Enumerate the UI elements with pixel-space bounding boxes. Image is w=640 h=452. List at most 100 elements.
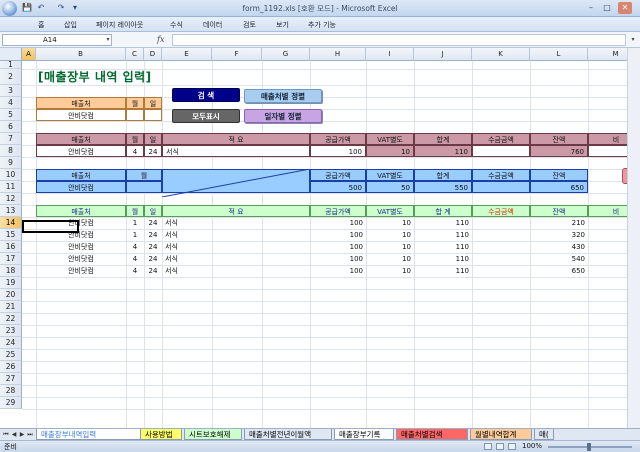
first-sheet-icon[interactable]: ⏮ xyxy=(2,430,10,440)
insert-function-icon[interactable]: fx xyxy=(157,34,169,46)
list-cell[interactable]: 110 xyxy=(414,241,472,253)
list-cell[interactable]: 210 xyxy=(530,217,588,229)
row-header[interactable]: 15 xyxy=(0,229,22,241)
list-cell[interactable] xyxy=(472,241,530,253)
list-cell[interactable]: 100 xyxy=(310,217,366,229)
list-cell[interactable]: 540 xyxy=(530,253,588,265)
name-box[interactable]: A14 xyxy=(2,34,112,46)
sheet-tab[interactable]: 월별내역합계 xyxy=(470,429,532,440)
tab-home[interactable]: 홈 xyxy=(38,20,44,30)
row-header[interactable]: 13 xyxy=(0,205,22,217)
sheet-tab[interactable]: 매출장부내역입력 xyxy=(36,429,142,440)
list-cell[interactable]: 4 xyxy=(126,253,144,265)
list-cell[interactable]: 24 xyxy=(144,253,162,265)
list-cell[interactable]: 24 xyxy=(144,265,162,277)
column-header[interactable]: D xyxy=(144,48,162,61)
row-header[interactable]: 4 xyxy=(0,97,22,109)
list-cell[interactable]: 320 xyxy=(530,229,588,241)
list-cell[interactable]: 100 xyxy=(310,253,366,265)
entry-cell[interactable]: 10 xyxy=(366,145,414,157)
page-layout-view-icon[interactable] xyxy=(496,443,504,450)
column-header[interactable]: J xyxy=(414,48,472,61)
list-cell[interactable]: 110 xyxy=(414,265,472,277)
list-cell[interactable]: 650 xyxy=(530,265,588,277)
entry-cell[interactable]: 서식 xyxy=(162,145,310,157)
row-header[interactable]: 24 xyxy=(0,337,22,349)
list-cell[interactable]: 110 xyxy=(414,217,472,229)
prev-sheet-icon[interactable]: ◀ xyxy=(10,430,18,440)
list-cell[interactable]: 서식 xyxy=(162,217,310,229)
entry-cell[interactable]: 안비닷컴 xyxy=(36,145,126,157)
list-cell[interactable]: 안비닷컴 xyxy=(36,253,126,265)
list-cell[interactable]: 서식 xyxy=(162,265,310,277)
list-cell[interactable]: 10 xyxy=(366,217,414,229)
column-header[interactable]: C xyxy=(126,48,144,61)
list-cell[interactable]: 안비닷컴 xyxy=(36,241,126,253)
summary-cell[interactable] xyxy=(126,181,162,193)
entry-cell[interactable]: 24 xyxy=(144,145,162,157)
expand-formula-bar-icon[interactable]: ▾ xyxy=(628,34,638,46)
column-header[interactable]: L xyxy=(530,48,588,61)
list-cell[interactable]: 4 xyxy=(126,265,144,277)
list-cell[interactable]: 100 xyxy=(310,229,366,241)
summary-cell[interactable]: 500 xyxy=(310,181,366,193)
summary-cell[interactable]: 650 xyxy=(530,181,588,193)
column-header[interactable]: F xyxy=(212,48,262,61)
row-header[interactable]: 11 xyxy=(0,181,22,193)
entry-cell[interactable]: 100 xyxy=(310,145,366,157)
maximize-button[interactable]: □ xyxy=(600,2,614,14)
column-header[interactable]: G xyxy=(262,48,310,61)
row-header[interactable]: 8 xyxy=(0,145,22,157)
column-header[interactable]: A xyxy=(22,48,36,61)
list-cell[interactable]: 4 xyxy=(126,241,144,253)
zoom-slider-handle[interactable] xyxy=(587,443,591,451)
list-cell[interactable]: 안비닷컴 xyxy=(36,265,126,277)
summary-cell[interactable]: 50 xyxy=(366,181,414,193)
row-header[interactable]: 7 xyxy=(0,133,22,145)
list-cell[interactable]: 24 xyxy=(144,217,162,229)
column-header[interactable]: E xyxy=(162,48,212,61)
close-button[interactable]: ✕ xyxy=(618,2,632,14)
sort-by-date-button[interactable]: 일자별 정렬 xyxy=(244,109,322,123)
list-cell[interactable]: 10 xyxy=(366,265,414,277)
last-sheet-icon[interactable]: ⏭ xyxy=(26,430,34,440)
summary-cell[interactable]: 550 xyxy=(414,181,472,193)
row-header[interactable]: 29 xyxy=(0,397,22,409)
entry-cell[interactable]: 110 xyxy=(414,145,472,157)
search-day-input[interactable] xyxy=(144,109,162,121)
row-header[interactable]: 22 xyxy=(0,313,22,325)
tab-add-ins[interactable]: 추가 기능 xyxy=(308,20,336,30)
sheet-tab[interactable]: 매출처별전년이월액 xyxy=(244,429,332,440)
list-cell[interactable]: 서식 xyxy=(162,229,310,241)
search-button[interactable]: 검 색 xyxy=(172,88,240,102)
entry-cell[interactable] xyxy=(472,145,530,157)
sort-by-client-button[interactable]: 매출처별 정렬 xyxy=(244,89,322,103)
row-header[interactable]: 21 xyxy=(0,301,22,313)
row-header[interactable]: 16 xyxy=(0,241,22,253)
tab-formulas[interactable]: 수식 xyxy=(170,20,183,30)
row-header[interactable]: 17 xyxy=(0,253,22,265)
row-header[interactable]: 9 xyxy=(0,157,22,169)
tab-insert[interactable]: 삽입 xyxy=(64,20,77,30)
row-header[interactable]: 12 xyxy=(0,193,22,205)
tab-data[interactable]: 데이터 xyxy=(203,20,222,30)
sheet-tab[interactable]: 매출장부기록 xyxy=(334,429,394,440)
list-cell[interactable]: 1 xyxy=(126,229,144,241)
entry-cell[interactable]: 4 xyxy=(126,145,144,157)
tab-page-layout[interactable]: 페이지 레이아웃 xyxy=(96,20,143,30)
normal-view-icon[interactable] xyxy=(484,443,492,450)
row-header[interactable]: 23 xyxy=(0,325,22,337)
list-cell[interactable] xyxy=(472,265,530,277)
list-cell[interactable]: 10 xyxy=(366,241,414,253)
list-cell[interactable]: 430 xyxy=(530,241,588,253)
zoom-level[interactable]: 100% xyxy=(522,442,542,450)
row-header[interactable]: 5 xyxy=(0,109,22,121)
summary-cell[interactable]: 안비닷컴 xyxy=(36,181,126,193)
formula-input[interactable] xyxy=(172,34,626,46)
row-header[interactable]: 1 xyxy=(0,61,22,69)
list-cell[interactable]: 110 xyxy=(414,229,472,241)
list-cell[interactable]: 1 xyxy=(126,217,144,229)
column-header[interactable]: K xyxy=(472,48,530,61)
row-header[interactable]: 25 xyxy=(0,349,22,361)
row-header[interactable]: 14 xyxy=(0,217,22,229)
